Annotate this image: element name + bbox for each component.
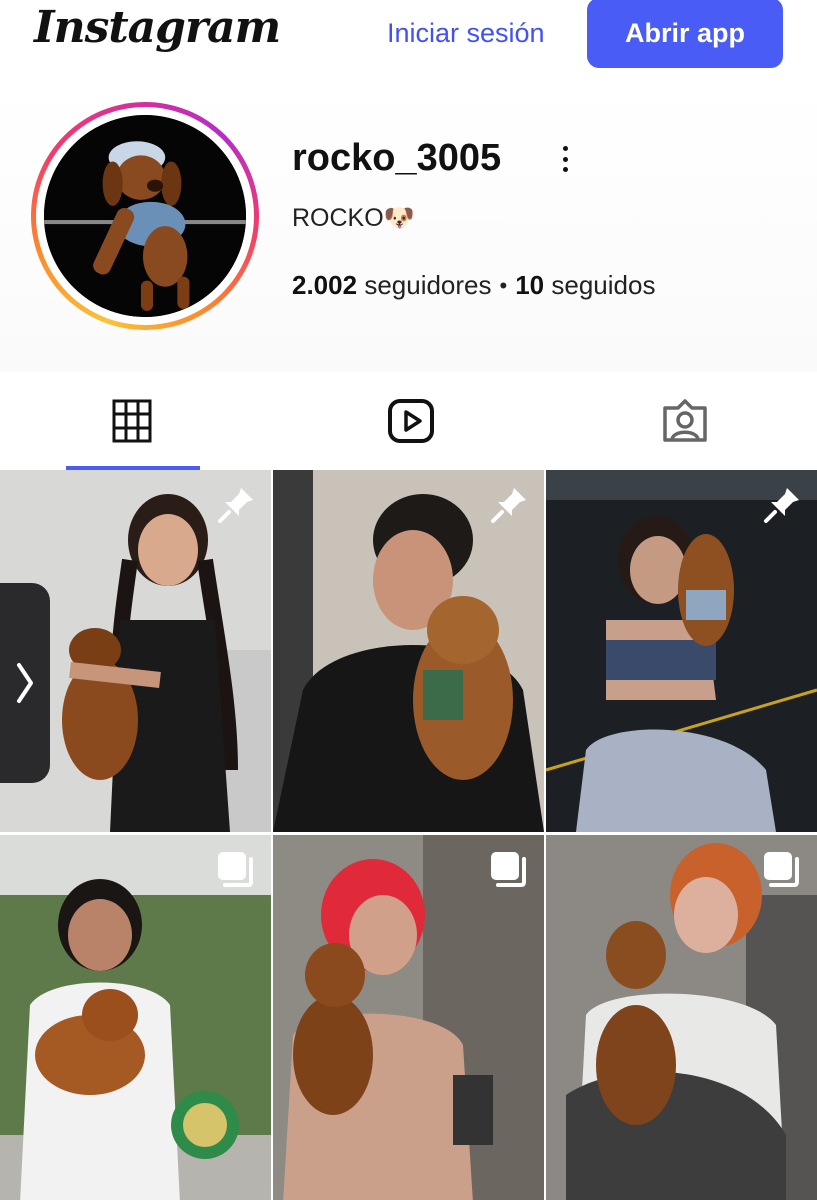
- following-stat[interactable]: 10 seguidos: [515, 270, 655, 301]
- tab-tagged[interactable]: [510, 372, 817, 470]
- profile-stats: 2.002 seguidores • 10 seguidos: [292, 270, 655, 301]
- following-label: seguidos: [551, 270, 656, 300]
- top-bar: Instagram Iniciar sesión Abrir app: [0, 0, 817, 82]
- more-options-icon[interactable]: [556, 146, 574, 172]
- reels-icon: [387, 399, 434, 443]
- post-thumbnail[interactable]: [546, 835, 817, 1200]
- followers-count: 2.002: [292, 270, 358, 300]
- pin-icon: [218, 488, 253, 523]
- grid-icon: [112, 399, 152, 443]
- post-thumbnail[interactable]: [273, 470, 544, 832]
- chevron-right-icon: [17, 663, 33, 703]
- carousel-icon: [491, 852, 526, 887]
- instagram-logo[interactable]: Instagram: [34, 2, 281, 53]
- profile-header: rocko_3005 ROCKO🐶 2.002 seguidores • 10 …: [0, 82, 817, 372]
- pin-icon: [491, 488, 526, 523]
- following-count: 10: [515, 270, 545, 300]
- story-ring[interactable]: [31, 102, 259, 330]
- login-link[interactable]: Iniciar sesión: [387, 18, 545, 49]
- side-panel-handle[interactable]: [0, 583, 50, 783]
- tab-posts[interactable]: [0, 372, 311, 470]
- avatar: [44, 115, 246, 317]
- profile-bio: ROCKO🐶: [292, 204, 415, 232]
- profile-tabs: [0, 372, 817, 470]
- dog-avatar-image: [44, 115, 246, 317]
- post-thumbnail[interactable]: [273, 835, 544, 1200]
- followers-label: seguidores: [364, 270, 492, 300]
- open-app-button[interactable]: Abrir app: [587, 0, 783, 68]
- post-thumbnail[interactable]: [0, 835, 271, 1200]
- tab-reels[interactable]: [311, 372, 510, 470]
- followers-stat[interactable]: 2.002 seguidores: [292, 270, 492, 301]
- stats-separator: •: [499, 272, 508, 298]
- tagged-icon: [663, 399, 707, 442]
- carousel-icon: [218, 852, 253, 887]
- profile-username: rocko_3005: [292, 137, 502, 179]
- pin-icon: [764, 488, 799, 523]
- post-thumbnail[interactable]: [546, 470, 817, 832]
- carousel-icon: [764, 852, 799, 887]
- posts-grid: [0, 470, 817, 1200]
